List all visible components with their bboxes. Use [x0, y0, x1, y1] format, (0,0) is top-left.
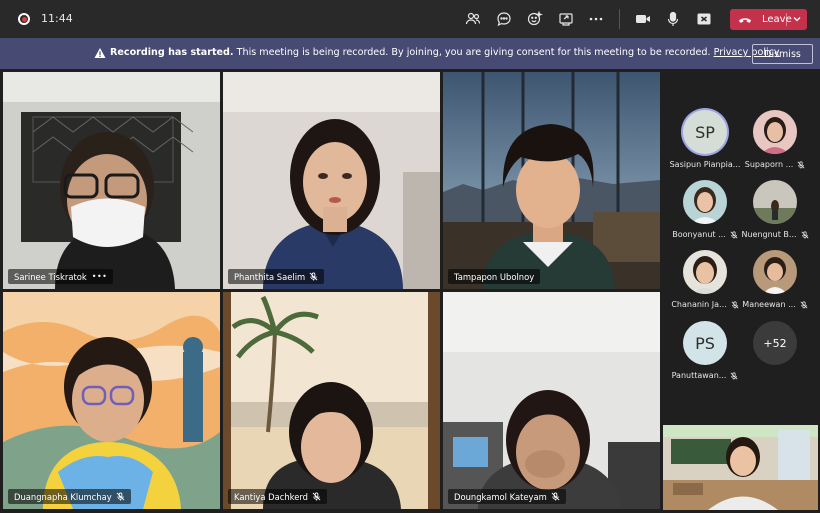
- video-tile[interactable]: Duangnapha Klumchay: [3, 292, 220, 509]
- mic-off-icon: [730, 230, 738, 239]
- reactions-icon[interactable]: [525, 9, 545, 29]
- avatar: [753, 250, 797, 294]
- participant-name: Sasipun Pianpia...: [669, 160, 741, 169]
- participant-label: Sasipun Pianpia...: [669, 160, 741, 169]
- more-participants-count: +52: [753, 321, 797, 365]
- avatar: PS: [683, 321, 727, 365]
- mic-off-icon: [312, 492, 321, 501]
- meeting-toolbar: 11:44 Leave: [0, 0, 820, 38]
- video-feed: [223, 292, 440, 509]
- video-feed: [443, 292, 660, 509]
- avatar-initials: SP: [695, 122, 715, 142]
- video-feed: [443, 72, 660, 289]
- video-tile[interactable]: Tampapon Ubolnoy: [443, 72, 660, 289]
- leave-divider: [786, 13, 787, 26]
- participant-item[interactable]: Supaporn ...: [740, 110, 810, 169]
- banner-message: This meeting is being recorded. By joini…: [236, 47, 711, 58]
- video-feed: [223, 72, 440, 289]
- leave-button[interactable]: Leave: [730, 9, 807, 30]
- avatar: [683, 250, 727, 294]
- video-tile[interactable]: Kantiya Dachkerd: [223, 292, 440, 509]
- participant-name: Nuengnut B...: [741, 230, 797, 239]
- chat-icon[interactable]: [494, 9, 514, 29]
- participant-name-tag: Doungkamol Kateyam: [448, 489, 566, 504]
- participant-name: Duangnapha Klumchay: [14, 491, 112, 502]
- meeting-timer: 11:44: [41, 12, 73, 25]
- recording-banner: Recording has started. This meeting is b…: [0, 38, 820, 69]
- mic-off-icon: [116, 492, 125, 501]
- participant-name: Sarinee Tiskratok: [14, 271, 87, 282]
- record-icon: [18, 13, 30, 25]
- video-feed: [3, 72, 220, 289]
- participant-label: Boonyanut ...: [670, 230, 740, 239]
- mic-off-icon: [551, 492, 560, 501]
- participant-name: Panuttawan...: [671, 371, 727, 380]
- mic-off-icon: [800, 300, 808, 309]
- people-icon[interactable]: [463, 9, 483, 29]
- video-tile[interactable]: Doungkamol Kateyam: [443, 292, 660, 509]
- phone-icon: [738, 17, 752, 23]
- participant-item[interactable]: Chananin Ja...: [670, 250, 740, 309]
- participant-label: Nuengnut B...: [740, 230, 810, 239]
- mic-icon[interactable]: [663, 9, 683, 29]
- participant-name-tag: Kantiya Dachkerd: [228, 489, 327, 504]
- mic-off-icon: [801, 230, 809, 239]
- participant-name-tag: Tampapon Ubolnoy: [448, 269, 541, 284]
- participant-label: Maneewan ...: [740, 300, 810, 309]
- dismiss-button[interactable]: Dismiss: [752, 44, 813, 64]
- avatar-initials: PS: [695, 333, 715, 353]
- share-icon[interactable]: [556, 9, 576, 29]
- mic-off-icon: [731, 300, 739, 309]
- participant-item[interactable]: PS Panuttawan...: [670, 321, 740, 380]
- participant-label: Chananin Ja...: [670, 300, 740, 309]
- share-tray-icon[interactable]: [694, 9, 714, 29]
- participant-name-tag: Phanthita Saelim: [228, 269, 325, 284]
- video-tile[interactable]: Phanthita Saelim: [223, 72, 440, 289]
- participant-name: Phanthita Saelim: [234, 271, 306, 282]
- participant-name: Boonyanut ...: [672, 230, 726, 239]
- participant-name: Tampapon Ubolnoy: [454, 271, 535, 282]
- self-view-video[interactable]: [663, 425, 818, 510]
- mic-off-icon: [309, 272, 318, 281]
- chevron-down-icon[interactable]: [792, 14, 802, 24]
- participant-name: Chananin Ja...: [671, 300, 727, 309]
- banner-text: Recording has started. This meeting is b…: [110, 47, 780, 58]
- participant-item[interactable]: Nuengnut B...: [740, 180, 810, 239]
- more-icon[interactable]: [586, 9, 606, 29]
- participant-item[interactable]: Boonyanut ...: [670, 180, 740, 239]
- participant-name-tag: Duangnapha Klumchay: [8, 489, 131, 504]
- more-participants-button[interactable]: +52: [740, 321, 810, 365]
- avatar: SP: [683, 110, 727, 154]
- participant-name: Doungkamol Kateyam: [454, 491, 547, 502]
- camera-icon[interactable]: [633, 9, 653, 29]
- participant-name: Kantiya Dachkerd: [234, 491, 308, 502]
- participant-label: Panuttawan...: [670, 371, 740, 380]
- avatar: [753, 180, 797, 224]
- toolbar-divider: [619, 9, 620, 29]
- participant-name-tag: Sarinee Tiskratok •••: [8, 269, 114, 284]
- warning-icon: [94, 48, 106, 58]
- participant-item[interactable]: SP Sasipun Pianpia...: [670, 110, 740, 169]
- avatar: [753, 110, 797, 154]
- mic-off-icon: [797, 160, 805, 169]
- mic-off-icon: [730, 371, 738, 380]
- more-options-icon[interactable]: •••: [92, 272, 108, 281]
- banner-title: Recording has started.: [110, 47, 234, 58]
- avatar: [683, 180, 727, 224]
- participant-name: Maneewan ...: [742, 300, 796, 309]
- video-feed: [3, 292, 220, 509]
- video-tile[interactable]: Sarinee Tiskratok •••: [3, 72, 220, 289]
- participant-item[interactable]: Maneewan ...: [740, 250, 810, 309]
- leave-label: Leave: [762, 14, 792, 25]
- participant-name: Supaporn ...: [744, 160, 794, 169]
- participant-label: Supaporn ...: [740, 160, 810, 169]
